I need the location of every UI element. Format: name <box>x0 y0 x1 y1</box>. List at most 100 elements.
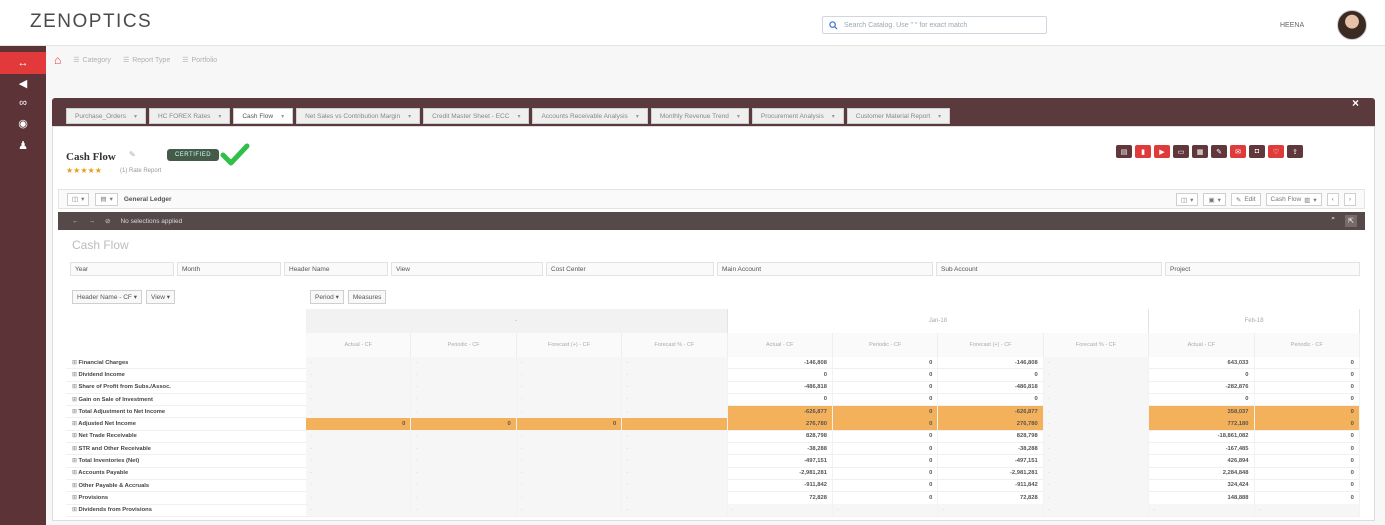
table-cell[interactable]: - <box>622 368 728 382</box>
table-row[interactable]: ⊞ Accounts Payable - - - - -2,981,281 0 -2,981,… <box>66 467 1360 480</box>
sheet-selector[interactable]: Cash Flow ▥ ▾ <box>1265 193 1322 206</box>
table-cell[interactable]: 0 <box>1255 381 1360 394</box>
row-label[interactable]: ⊞ Share of Profit from Subs./Assoc. <box>66 384 306 390</box>
table-cell[interactable]: 0 <box>1255 393 1360 406</box>
table-cell[interactable]: - <box>622 356 728 369</box>
table-row[interactable]: ⊞ Gain on Sale of Investment - - - -0 0 0-0 0 <box>66 393 1360 407</box>
share-icon[interactable]: ⇪ <box>1287 145 1303 158</box>
table-cell[interactable]: 2,284,848 <box>1149 467 1255 480</box>
table-cell[interactable]: - <box>516 393 623 406</box>
sheets-button[interactable]: ▤ ▾ <box>95 192 118 206</box>
tab-hc-forex-rates[interactable]: HC FOREX Rates ▾ <box>148 108 231 124</box>
table-cell[interactable]: - <box>306 467 412 480</box>
table-cell[interactable]: - <box>411 479 517 492</box>
pdf-icon[interactable]: ▮ <box>1135 145 1151 158</box>
search-icon[interactable]: ⌕ <box>1331 215 1335 223</box>
chip-period[interactable]: Period ▾ <box>310 290 344 304</box>
chat-icon[interactable]: ◘ <box>1249 145 1265 158</box>
table-cell[interactable]: 0 <box>728 368 833 382</box>
table-cell[interactable]: 0 <box>833 454 939 468</box>
table-cell[interactable]: - <box>306 442 412 455</box>
chevron-down-icon[interactable]: ▾ <box>218 113 221 120</box>
megaphone-icon[interactable]: ◀ <box>0 72 46 94</box>
table-cell[interactable]: - <box>411 504 517 517</box>
youtube-icon[interactable]: ▶ <box>1154 145 1170 158</box>
table-cell[interactable]: -497,151 <box>728 454 833 468</box>
table-cell[interactable]: -146,808 <box>728 356 833 369</box>
table-cell[interactable]: - <box>1043 491 1150 505</box>
table-cell[interactable]: - <box>306 491 412 505</box>
filter-sub-account[interactable]: Sub Account <box>936 262 1162 276</box>
row-label[interactable]: ⊞ Accounts Payable <box>66 470 306 476</box>
chevron-down-icon[interactable]: ▾ <box>134 113 137 120</box>
table-cell[interactable]: - <box>411 467 517 480</box>
table-cell[interactable]: - <box>1043 479 1150 492</box>
table-cell[interactable]: - <box>306 430 412 443</box>
measure-header[interactable]: Actual - CF <box>1149 333 1255 357</box>
measure-header[interactable]: Periodic - CF <box>1254 333 1360 357</box>
table-cell[interactable]: 0 <box>833 467 939 480</box>
table-cell[interactable]: - <box>516 479 623 492</box>
screen-icon[interactable]: ▭ <box>1173 145 1189 158</box>
measure-header[interactable]: Forecast % - CF <box>622 333 728 357</box>
table-cell[interactable]: - <box>1043 442 1150 455</box>
table-cell[interactable]: 0 <box>1255 491 1360 505</box>
measure-header[interactable]: Periodic - CF <box>832 333 939 357</box>
table-cell[interactable]: - <box>622 454 728 468</box>
table-cell[interactable]: - <box>1043 504 1150 517</box>
table-cell[interactable]: 0 <box>1254 417 1360 431</box>
table-cell[interactable]: -38,288 <box>728 442 833 455</box>
row-label[interactable]: ⊞ Total Inventories (Net) <box>66 458 306 464</box>
rate-report-link[interactable]: (1) Rate Report <box>120 168 161 174</box>
expand-icon[interactable]: ⇱ <box>1345 215 1357 227</box>
table-cell[interactable]: - <box>516 356 623 369</box>
breadcrumb-portfolio[interactable]: ☰ Portfolio <box>182 56 217 65</box>
table-cell[interactable]: 0 <box>1149 368 1255 382</box>
table-cell[interactable]: -2,981,281 <box>938 467 1044 480</box>
table-cell[interactable]: 0 <box>1149 393 1255 406</box>
table-cell[interactable]: - <box>1254 504 1360 517</box>
table-cell[interactable]: 772,180 <box>1149 417 1255 431</box>
table-cell[interactable]: - <box>516 442 623 455</box>
table-row[interactable]: ⊞ Total Adjustment to Net Income - - - - -626… <box>66 405 1360 419</box>
table-cell[interactable]: -497,151 <box>938 454 1044 468</box>
measure-header[interactable]: Actual - CF <box>306 333 412 357</box>
table-cell[interactable]: - <box>306 479 412 492</box>
row-label[interactable]: ⊞ Financial Charges <box>66 360 306 366</box>
table-cell[interactable]: 0 <box>1255 454 1360 468</box>
table-cell[interactable]: 0 <box>1255 467 1360 480</box>
table-cell[interactable]: 148,888 <box>1149 491 1255 505</box>
table-cell[interactable]: 426,894 <box>1149 454 1255 468</box>
chevron-down-icon[interactable]: ▾ <box>938 113 941 120</box>
table-row[interactable]: ⊞ Dividend Income - - - -0 0 0-0 0 <box>66 368 1360 382</box>
measure-header[interactable]: Periodic - CF <box>411 333 517 357</box>
table-cell[interactable]: - <box>622 417 728 431</box>
table-cell[interactable]: -626,877 <box>938 405 1044 418</box>
row-label[interactable]: ⊞ Other Payable & Accruals <box>66 483 306 489</box>
table-cell[interactable]: 0 <box>833 368 939 382</box>
table-cell[interactable]: - <box>1043 356 1150 369</box>
table-cell[interactable]: 0 <box>1255 356 1360 369</box>
table-cell[interactable]: - <box>411 368 517 382</box>
table-cell[interactable]: - <box>1043 467 1150 480</box>
row-label[interactable]: ⊞ STR and Other Receivable <box>66 446 306 452</box>
filter-main-account[interactable]: Main Account <box>717 262 933 276</box>
prev-sheet-button[interactable]: ‹ <box>1326 193 1339 206</box>
table-cell[interactable]: - <box>516 405 623 418</box>
table-cell[interactable]: -38,288 <box>938 442 1044 455</box>
table-cell[interactable]: 72,828 <box>938 491 1044 505</box>
link-icon[interactable]: ∞ <box>0 92 46 114</box>
next-sheet-button[interactable]: › <box>1343 193 1356 206</box>
layers-button[interactable]: ◫ ▾ <box>67 192 90 206</box>
measure-header[interactable]: Forecast (+) - CF <box>516 333 623 357</box>
comment-icon[interactable]: ▤ <box>1116 145 1132 158</box>
heart-icon[interactable]: ♡ <box>1268 145 1284 158</box>
chevron-down-icon[interactable]: ▾ <box>832 113 835 120</box>
table-cell[interactable]: -911,842 <box>938 479 1044 492</box>
tab-credit-master-sheet-ecc[interactable]: Credit Master Sheet - ECC ▾ <box>423 108 530 124</box>
filter-header-name[interactable]: Header Name <box>284 262 388 276</box>
table-cell[interactable]: - <box>516 430 623 443</box>
clipboard-button[interactable]: ▣ ▾ <box>1203 193 1226 206</box>
table-cell[interactable]: - <box>622 504 728 517</box>
table-row[interactable]: ⊞ Financial Charges - - - - -146,808 0 -146,808… <box>66 356 1360 370</box>
